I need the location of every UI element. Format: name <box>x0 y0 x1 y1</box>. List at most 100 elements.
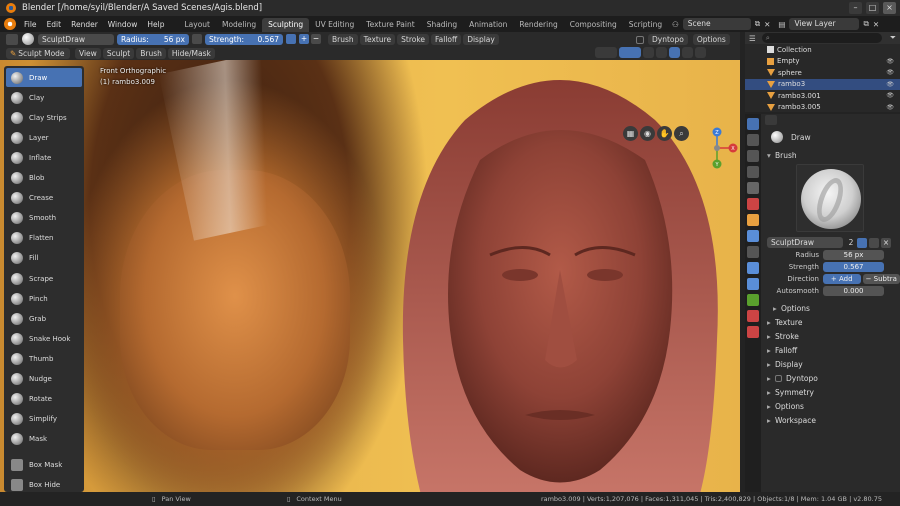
brush-users-count[interactable]: 2 <box>846 238 856 247</box>
visibility-eye-icon[interactable]: 👁 <box>886 104 894 111</box>
tool-simplify[interactable]: Simplify <box>6 410 82 429</box>
outliner-item[interactable]: Collection <box>745 44 900 56</box>
options-subsection-header[interactable]: ▸ Options <box>763 301 900 315</box>
tab-texture-paint[interactable]: Texture Paint <box>360 18 420 32</box>
pan-hand-icon[interactable]: ✋ <box>657 126 672 141</box>
visibility-eye-icon[interactable]: 👁 <box>886 81 894 88</box>
subtract-icon[interactable]: − <box>311 34 321 44</box>
sculpted-head-mesh[interactable] <box>395 60 725 492</box>
remove-scene-icon[interactable]: ✕ <box>764 20 770 29</box>
outliner-item[interactable]: rambo3.001 👁 <box>745 90 900 102</box>
visibility-eye-icon[interactable]: 👁 <box>886 58 894 65</box>
menu-render[interactable]: Render <box>66 20 103 29</box>
overlay-toggle-icon[interactable] <box>619 47 641 58</box>
menu-help[interactable]: Help <box>142 20 169 29</box>
brush-thumbnail[interactable] <box>796 164 864 232</box>
brush-name-field[interactable]: SculptDraw <box>38 33 114 45</box>
tool-flatten[interactable]: Flatten <box>6 229 82 248</box>
tab-modeling[interactable]: Modeling <box>216 18 262 32</box>
modifier-tab-icon[interactable] <box>747 230 759 242</box>
unlink-brush-icon[interactable]: × <box>881 237 891 248</box>
navigation-gizmo[interactable]: Z X Y <box>695 126 739 170</box>
section-workspace[interactable]: ▸ Workspace <box>763 413 900 427</box>
tab-uv-editing[interactable]: UV Editing <box>309 18 360 32</box>
object-tab-icon[interactable] <box>747 214 759 226</box>
tab-animation[interactable]: Animation <box>463 18 513 32</box>
particles-tab-icon[interactable] <box>747 246 759 258</box>
view-layer-tab-icon[interactable] <box>747 166 759 178</box>
menu-file[interactable]: File <box>19 20 42 29</box>
section-texture[interactable]: ▸ Texture <box>763 315 900 329</box>
sculpt-menu[interactable]: Sculpt <box>102 47 135 59</box>
remove-view-layer-icon[interactable]: ✕ <box>873 20 879 29</box>
radius-field[interactable]: Radius: 56 px <box>117 33 189 45</box>
brush-menu-view[interactable]: Brush <box>136 47 166 59</box>
options-menu[interactable]: Options <box>692 34 730 45</box>
tool-thumb[interactable]: Thumb <box>6 349 82 368</box>
scene-tab-icon[interactable] <box>747 182 759 194</box>
section-options[interactable]: ▸ Options <box>763 399 900 413</box>
tool-nudge[interactable]: Nudge <box>6 370 82 389</box>
tool-inflate[interactable]: Inflate <box>6 148 82 167</box>
shading-rendered-icon[interactable] <box>695 47 706 58</box>
scene-selector[interactable]: Scene <box>682 18 751 30</box>
add-icon[interactable]: + <box>299 34 309 44</box>
camera-icon[interactable]: ◉ <box>640 126 655 141</box>
tool-snake-hook[interactable]: Snake Hook <box>6 329 82 348</box>
tool-grab[interactable]: Grab <box>6 309 82 328</box>
tab-shading[interactable]: Shading <box>421 18 463 32</box>
filter-icon[interactable]: ⏷ <box>890 33 896 43</box>
section-falloff[interactable]: ▸ Falloff <box>763 343 900 357</box>
tool-layer[interactable]: Layer <box>6 128 82 147</box>
xray-toggle-icon[interactable] <box>643 47 654 58</box>
maximize-button[interactable]: □ <box>866 2 879 14</box>
tool-rotate[interactable]: Rotate <box>6 390 82 409</box>
stroke-menu[interactable]: Stroke <box>397 33 430 45</box>
view-menu[interactable]: View <box>75 47 101 59</box>
physics-tab-icon[interactable] <box>747 262 759 274</box>
outliner-display-mode-icon[interactable]: ☰ <box>749 34 756 43</box>
visibility-eye-icon[interactable]: 👁 <box>886 92 894 99</box>
section-display[interactable]: ▸ Display <box>763 357 900 371</box>
radius-pressure-icon[interactable] <box>192 34 202 44</box>
world-tab-icon[interactable] <box>747 198 759 210</box>
dyntopo-checkbox[interactable] <box>636 35 644 44</box>
section-dyntopo[interactable]: ▸ Dyntopo <box>763 371 900 385</box>
3d-viewport[interactable]: Front Orthographic (1) rambo3.009 ▦ ◉ ✋ … <box>0 60 740 492</box>
outliner-item[interactable]: Empty 👁 <box>745 56 900 68</box>
minimize-button[interactable]: – <box>849 2 862 14</box>
tool-crease[interactable]: Crease <box>6 189 82 208</box>
tool-pinch[interactable]: Pinch <box>6 289 82 308</box>
tool-smooth[interactable]: Smooth <box>6 209 82 228</box>
tab-layout[interactable]: Layout <box>178 18 216 32</box>
tool-scrape[interactable]: Scrape <box>6 269 82 288</box>
fake-user-shield-icon[interactable] <box>857 237 867 248</box>
strength-field[interactable]: Strength: 0.567 <box>205 33 283 45</box>
properties-editor-type-icon[interactable] <box>765 115 777 125</box>
tool-mode-icon[interactable] <box>6 33 18 45</box>
menu-edit[interactable]: Edit <box>42 20 67 29</box>
tool-box-mask[interactable]: Box Mask <box>6 455 82 474</box>
outliner-item[interactable]: sphere 👁 <box>745 67 900 79</box>
shading-wireframe-icon[interactable] <box>656 47 667 58</box>
tool-clay-strips[interactable]: Clay Strips <box>6 108 82 127</box>
constraints-tab-icon[interactable] <box>747 278 759 290</box>
direction-subtract-button[interactable]: − Subtra <box>862 274 900 284</box>
toggle-camera-view-icon[interactable]: ▦ <box>623 126 638 141</box>
outliner-search-field[interactable]: ⌕ <box>761 33 882 43</box>
outliner-item[interactable]: rambo3.005 👁 <box>745 102 900 114</box>
hide-mask-menu[interactable]: Hide/Mask <box>167 47 215 59</box>
visibility-eye-icon[interactable]: 👁 <box>886 69 894 76</box>
tool-draw[interactable]: Draw <box>6 68 82 87</box>
shading-material-icon[interactable] <box>682 47 693 58</box>
tool-fill[interactable]: Fill <box>6 249 82 268</box>
strength-pressure-icon[interactable] <box>286 34 296 44</box>
zoom-icon[interactable]: ⌕ <box>674 126 689 141</box>
texture-tab-icon[interactable] <box>747 326 759 338</box>
tab-rendering[interactable]: Rendering <box>513 18 563 32</box>
radius-prop-field[interactable]: 56 px <box>823 250 884 260</box>
brush-section-header[interactable]: ▾ Brush <box>763 148 900 162</box>
autosmooth-prop-field[interactable]: 0.000 <box>823 286 884 296</box>
tool-blob[interactable]: Blob <box>6 169 82 188</box>
brush-datablock-field[interactable]: SculptDraw <box>767 237 843 248</box>
